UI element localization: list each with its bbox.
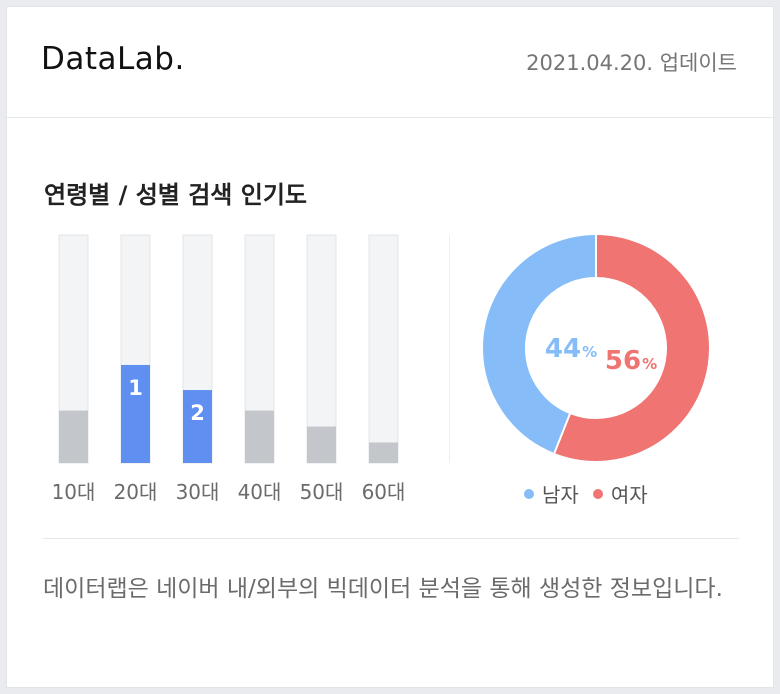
bar-rank-label: 2 (190, 401, 205, 425)
bar-category-label: 60대 (362, 480, 406, 504)
legend-item-male: 남자 (524, 479, 579, 508)
bar-10s[interactable] (59, 410, 88, 463)
bar-50s[interactable] (307, 426, 336, 463)
gender-donut-chart: 44% 56% (483, 235, 709, 461)
legend-item-female: 여자 (592, 479, 648, 508)
bar-category-label: 10대 (52, 480, 96, 504)
bar-rank-label: 1 (128, 376, 143, 400)
bar-category-label: 40대 (238, 480, 282, 504)
age-bar-chart: 10대 1 20대 2 30대 40대 50대 60대 (52, 234, 406, 504)
legend-label-female: 여자 (610, 483, 648, 507)
bar-category-label: 50대 (300, 480, 344, 504)
female-percent-label: 56% (605, 346, 657, 376)
bar-60s[interactable] (369, 442, 398, 463)
bar-category-label: 30대 (176, 480, 220, 504)
bar-40s[interactable] (245, 410, 274, 463)
chart-divider (449, 235, 450, 463)
update-date: 2021.04.20. 업데이트 (526, 51, 737, 75)
legend-label-male: 남자 (542, 483, 579, 507)
footer-divider (43, 538, 739, 539)
legend-dot-female (592, 488, 603, 499)
description-text: 데이터랩은 네이버 내/외부의 빅데이터 분석을 통해 생성한 정보입니다. (43, 576, 723, 602)
bar-category-label: 20대 (114, 480, 158, 504)
gender-legend: 남자 여자 (524, 479, 648, 508)
legend-dot-male (524, 488, 534, 499)
male-percent-label: 44% (545, 334, 597, 364)
bar-track (368, 234, 399, 464)
datalab-card: DataLab. 2021.04.20. 업데이트 연령별 / 성별 검색 인기… (6, 6, 774, 688)
